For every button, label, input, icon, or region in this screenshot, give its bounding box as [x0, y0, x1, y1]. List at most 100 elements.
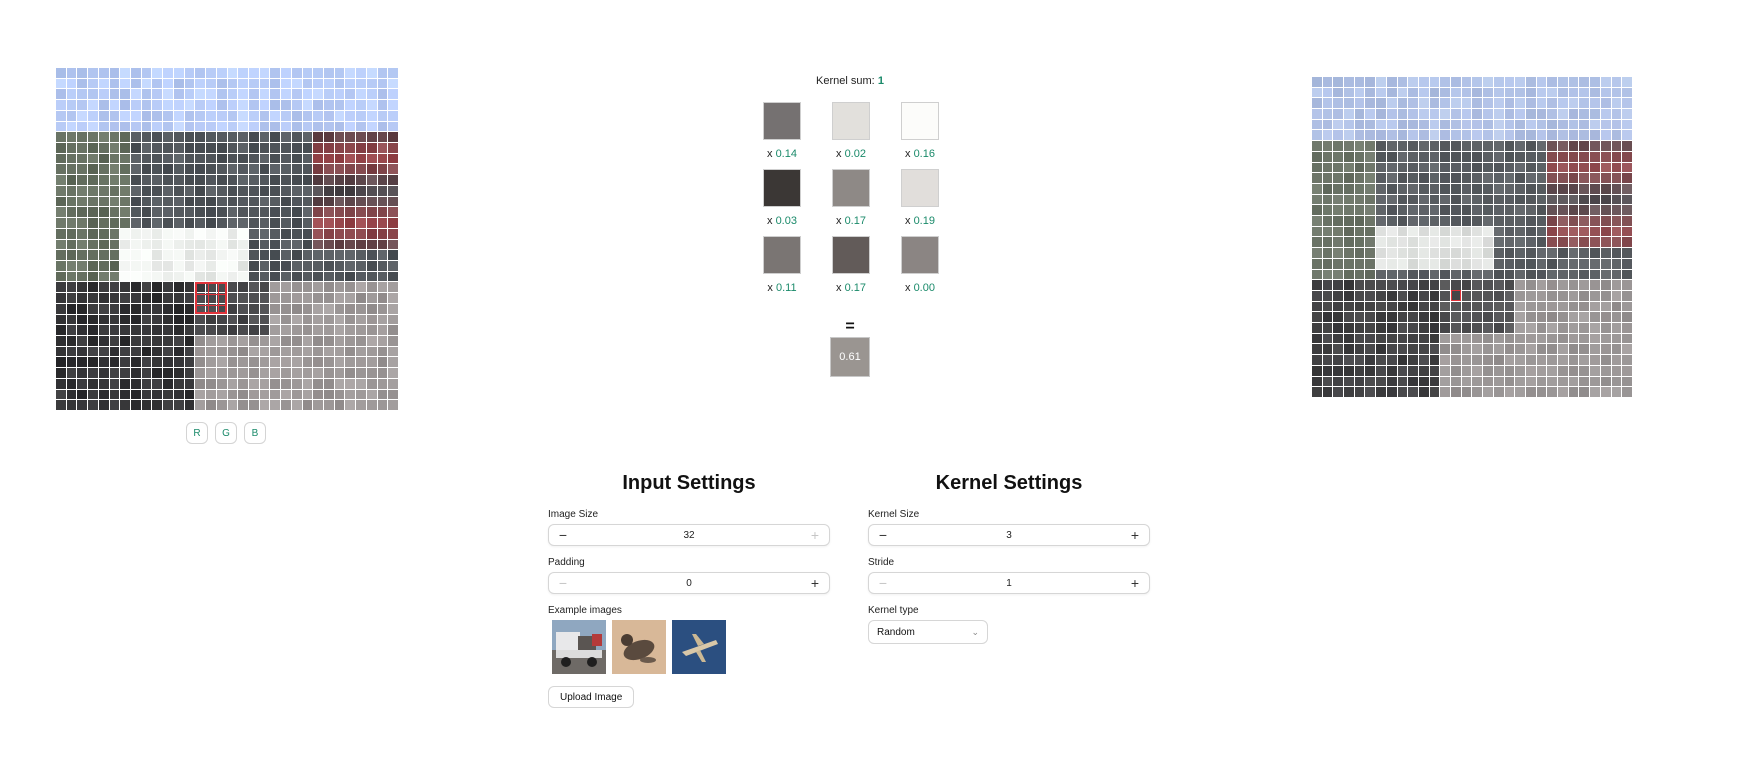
pixel-cell[interactable]: [1418, 162, 1429, 173]
pixel-cell[interactable]: [1558, 183, 1568, 194]
pixel-cell[interactable]: [388, 346, 398, 357]
pixel-cell[interactable]: [66, 185, 77, 196]
pixel-cell[interactable]: [1600, 205, 1611, 216]
pixel-cell[interactable]: [313, 196, 323, 207]
pixel-cell[interactable]: [1408, 258, 1418, 269]
pixel-cell[interactable]: [109, 207, 120, 218]
pixel-cell[interactable]: [1600, 312, 1611, 323]
pixel-cell[interactable]: [131, 389, 141, 400]
pixel-cell[interactable]: [1472, 109, 1483, 119]
pixel-cell[interactable]: [141, 314, 152, 325]
pixel-cell[interactable]: [1451, 205, 1461, 216]
pixel-cell[interactable]: [259, 196, 270, 207]
stride-increment-button[interactable]: +: [1129, 575, 1141, 591]
pixel-cell[interactable]: [1515, 312, 1525, 323]
pixel-cell[interactable]: [1418, 333, 1429, 344]
pixel-cell[interactable]: [120, 121, 131, 132]
pixel-cell[interactable]: [1525, 355, 1536, 365]
pixel-cell[interactable]: [1558, 355, 1568, 365]
pixel-cell[interactable]: [323, 110, 334, 121]
pixel-cell[interactable]: [281, 293, 291, 303]
pixel-cell[interactable]: [1525, 109, 1536, 119]
pixel-cell[interactable]: [1483, 226, 1493, 237]
pixel-cell[interactable]: [377, 303, 388, 314]
pixel-cell[interactable]: [1461, 301, 1472, 312]
pixel-cell[interactable]: [1568, 237, 1579, 248]
pixel-cell[interactable]: [248, 357, 259, 368]
pixel-cell[interactable]: [109, 196, 120, 207]
pixel-cell[interactable]: [184, 207, 195, 218]
pixel-cell[interactable]: [345, 78, 356, 89]
pixel-cell[interactable]: [141, 389, 152, 400]
pixel-cell[interactable]: [131, 314, 141, 325]
pixel-cell[interactable]: [1590, 216, 1600, 226]
pixel-cell[interactable]: [1493, 344, 1504, 355]
pixel-cell[interactable]: [1365, 344, 1376, 355]
pixel-cell[interactable]: [163, 89, 173, 100]
pixel-cell[interactable]: [77, 164, 88, 175]
pixel-cell[interactable]: [345, 293, 356, 303]
pixel-cell[interactable]: [281, 164, 291, 175]
pixel-cell[interactable]: [1322, 312, 1333, 323]
pixel-cell[interactable]: [1354, 183, 1365, 194]
pixel-cell[interactable]: [1493, 280, 1504, 290]
pixel-cell[interactable]: [1611, 173, 1622, 183]
pixel-cell[interactable]: [1600, 226, 1611, 237]
pixel-cell[interactable]: [173, 282, 184, 293]
pixel-cell[interactable]: [206, 164, 216, 175]
pixel-cell[interactable]: [1386, 98, 1397, 109]
pixel-cell[interactable]: [1536, 98, 1547, 109]
pixel-cell[interactable]: [1493, 162, 1504, 173]
pixel-cell[interactable]: [1568, 98, 1579, 109]
padding-decrement-button[interactable]: −: [557, 575, 569, 591]
pixel-cell[interactable]: [356, 282, 366, 293]
pixel-cell[interactable]: [1386, 130, 1397, 141]
pixel-cell[interactable]: [56, 100, 66, 110]
pixel-cell[interactable]: [1386, 258, 1397, 269]
pixel-cell[interactable]: [216, 78, 227, 89]
pixel-cell[interactable]: [1558, 312, 1568, 323]
pixel-cell[interactable]: [323, 346, 334, 357]
pixel-cell[interactable]: [366, 250, 377, 260]
pixel-cell[interactable]: [1376, 333, 1386, 344]
pixel-cell[interactable]: [1504, 77, 1515, 87]
pixel-cell[interactable]: [302, 282, 313, 293]
pixel-cell[interactable]: [1472, 151, 1483, 162]
pixel-cell[interactable]: [323, 378, 334, 389]
pixel-cell[interactable]: [1622, 109, 1632, 119]
pixel-cell[interactable]: [1611, 237, 1622, 248]
pixel-cell[interactable]: [388, 325, 398, 335]
pixel-cell[interactable]: [291, 153, 302, 164]
pixel-cell[interactable]: [184, 196, 195, 207]
pixel-cell[interactable]: [1354, 87, 1365, 98]
pixel-cell[interactable]: [1408, 323, 1418, 333]
pixel-cell[interactable]: [1322, 290, 1333, 301]
pixel-cell[interactable]: [88, 207, 98, 218]
pixel-cell[interactable]: [334, 228, 345, 239]
pixel-cell[interactable]: [1386, 301, 1397, 312]
pixel-cell[interactable]: [77, 250, 88, 260]
pixel-cell[interactable]: [270, 271, 281, 282]
pixel-cell[interactable]: [1312, 365, 1322, 376]
pixel-cell[interactable]: [227, 250, 238, 260]
pixel-cell[interactable]: [291, 110, 302, 121]
example-image-airplane[interactable]: [672, 620, 726, 674]
pixel-cell[interactable]: [1590, 365, 1600, 376]
pixel-cell[interactable]: [281, 357, 291, 368]
pixel-cell[interactable]: [356, 400, 366, 410]
pixel-cell[interactable]: [1386, 119, 1397, 130]
pixel-cell[interactable]: [1525, 151, 1536, 162]
example-image-cat[interactable]: [612, 620, 666, 674]
pixel-cell[interactable]: [388, 282, 398, 293]
pixel-cell[interactable]: [131, 282, 141, 293]
pixel-cell[interactable]: [259, 164, 270, 175]
pixel-cell[interactable]: [238, 228, 248, 239]
pixel-cell[interactable]: [1365, 269, 1376, 280]
pixel-cell[interactable]: [259, 271, 270, 282]
pixel-cell[interactable]: [1429, 162, 1440, 173]
pixel-cell[interactable]: [345, 143, 356, 153]
pixel-cell[interactable]: [141, 293, 152, 303]
pixel-cell[interactable]: [1429, 77, 1440, 87]
pixel-cell[interactable]: [227, 68, 238, 78]
pixel-cell[interactable]: [1440, 151, 1451, 162]
